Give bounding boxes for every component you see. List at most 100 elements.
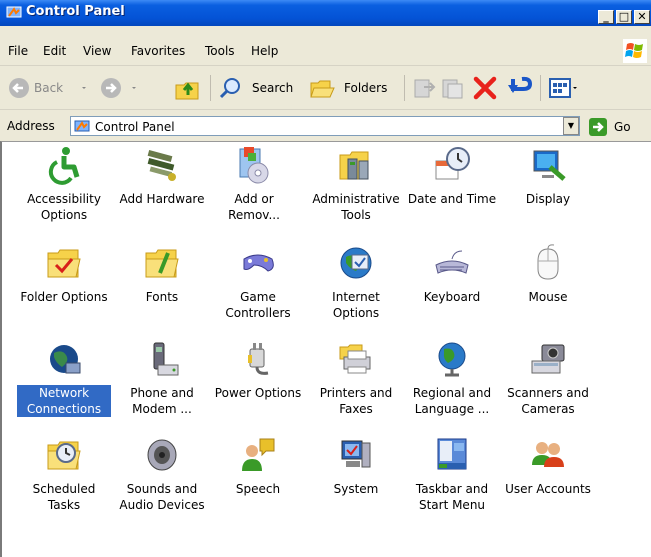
up-folder-icon (175, 82, 199, 100)
folder-options-icon (44, 243, 84, 283)
title-bar[interactable]: Control Panel _ □ ✕ (0, 0, 651, 26)
copy-to-button[interactable] (440, 75, 466, 101)
item-add-remove-programs[interactable]: Add or Remov... (207, 145, 301, 223)
undo-icon (508, 76, 533, 93)
item-phone-and-modem[interactable]: Phone and Modem ... (115, 339, 209, 417)
item-sounds-and-audio-devices[interactable]: Sounds and Audio Devices (115, 435, 209, 513)
internet-options-icon (336, 243, 376, 283)
item-label: Phone and Modem ... (130, 386, 194, 416)
item-network-connections[interactable]: Network Connections (17, 339, 111, 417)
maximize-button[interactable]: □ (616, 10, 632, 24)
item-internet-options[interactable]: Internet Options (309, 243, 403, 321)
item-regional-and-language[interactable]: Regional and Language ... (405, 339, 499, 417)
back-button[interactable]: Back (8, 76, 93, 100)
folders-button[interactable]: Folders (308, 75, 398, 101)
item-label: Fonts (145, 290, 179, 304)
item-label: Network Connections (17, 385, 111, 417)
address-dropdown-button[interactable]: ▼ (563, 117, 579, 135)
item-user-accounts[interactable]: User Accounts (501, 435, 595, 497)
address-value: Control Panel (95, 120, 175, 134)
undo-button[interactable] (505, 73, 535, 103)
item-speech[interactable]: Speech (211, 435, 305, 497)
control-panel-items: Accessibility Options Add Hardware Add o… (0, 141, 651, 557)
item-label: Internet Options (332, 290, 380, 320)
menu-help[interactable]: Help (251, 44, 278, 58)
item-label: Sounds and Audio Devices (119, 482, 205, 512)
item-label: Accessibility Options (27, 192, 101, 222)
scheduled-tasks-icon (44, 435, 84, 475)
search-label: Search (252, 81, 293, 95)
item-label: Scheduled Tasks (32, 482, 96, 512)
item-label: Power Options (214, 386, 302, 400)
views-button[interactable] (548, 75, 580, 101)
administrative-tools-icon (336, 145, 376, 185)
folders-icon (310, 80, 335, 98)
item-label: Keyboard (423, 290, 481, 304)
item-scanners-and-cameras[interactable]: Scanners and Cameras (501, 339, 595, 417)
views-icon (549, 78, 577, 98)
mouse-icon (528, 243, 568, 283)
item-label: Speech (235, 482, 281, 496)
item-game-controllers[interactable]: Game Controllers (211, 243, 305, 321)
menu-edit[interactable]: Edit (43, 44, 66, 58)
item-label: Folder Options (20, 290, 108, 304)
move-to-button[interactable] (412, 75, 438, 101)
delete-button[interactable] (470, 73, 500, 103)
item-mouse[interactable]: Mouse (501, 243, 595, 305)
printer-icon (336, 339, 376, 379)
minimize-button[interactable]: _ (598, 10, 614, 24)
close-button[interactable]: ✕ (634, 10, 650, 24)
toolbar-separator (404, 75, 405, 101)
item-label: Taskbar and Start Menu (415, 482, 489, 512)
move-to-icon (414, 79, 436, 98)
item-label: Scanners and Cameras (507, 386, 589, 416)
menu-file[interactable]: File (8, 44, 28, 58)
forward-button[interactable] (97, 76, 143, 100)
item-administrative-tools[interactable]: Administrative Tools (309, 145, 403, 223)
go-arrow-icon (588, 117, 608, 137)
item-label: Mouse (528, 290, 568, 304)
item-date-and-time[interactable]: Date and Time (405, 145, 499, 207)
control-panel-icon (74, 118, 90, 134)
item-label: System (333, 482, 379, 496)
keyboard-icon (432, 243, 472, 283)
explorer-window: Control Panel _ □ ✕ File Edit View Favor… (0, 0, 651, 557)
item-printers-and-faxes[interactable]: Printers and Faxes (309, 339, 403, 417)
search-button[interactable]: Search (218, 75, 304, 101)
item-label: Add Hardware (119, 192, 205, 206)
add-hardware-icon (142, 145, 182, 185)
item-power-options[interactable]: Power Options (211, 339, 305, 401)
power-plug-icon (238, 339, 278, 379)
item-label: Administrative Tools (312, 192, 400, 222)
item-keyboard[interactable]: Keyboard (405, 243, 499, 305)
item-label: Regional and Language ... (412, 386, 492, 416)
item-scheduled-tasks[interactable]: Scheduled Tasks (17, 435, 111, 513)
globe-icon (432, 339, 472, 379)
scanner-camera-icon (528, 339, 568, 379)
item-taskbar-and-start-menu[interactable]: Taskbar and Start Menu (405, 435, 499, 513)
display-icon (528, 145, 568, 185)
item-fonts[interactable]: Fonts (115, 243, 209, 305)
item-add-hardware[interactable]: Add Hardware (115, 145, 209, 207)
fonts-folder-icon (142, 243, 182, 283)
address-bar: Address Control Panel ▼ Go (0, 111, 651, 139)
item-accessibility-options[interactable]: Accessibility Options (17, 145, 111, 223)
item-display[interactable]: Display (501, 145, 595, 207)
taskbar-icon (432, 435, 472, 475)
menu-view[interactable]: View (83, 44, 111, 58)
menu-tools[interactable]: Tools (205, 44, 235, 58)
item-folder-options[interactable]: Folder Options (17, 243, 111, 305)
user-accounts-icon (528, 435, 568, 475)
windows-logo-icon (623, 39, 647, 63)
up-folder-button[interactable] (174, 75, 202, 101)
item-label: Display (525, 192, 571, 206)
date-time-icon (432, 145, 472, 185)
menu-favorites[interactable]: Favorites (131, 44, 185, 58)
item-system[interactable]: System (309, 435, 403, 497)
item-label: User Accounts (505, 482, 591, 496)
go-button[interactable]: Go (588, 116, 646, 137)
item-label: Add or Remov... (228, 192, 280, 222)
address-field[interactable]: Control Panel ▼ (70, 116, 580, 136)
speaker-icon (142, 435, 182, 475)
address-label: Address (7, 119, 55, 133)
